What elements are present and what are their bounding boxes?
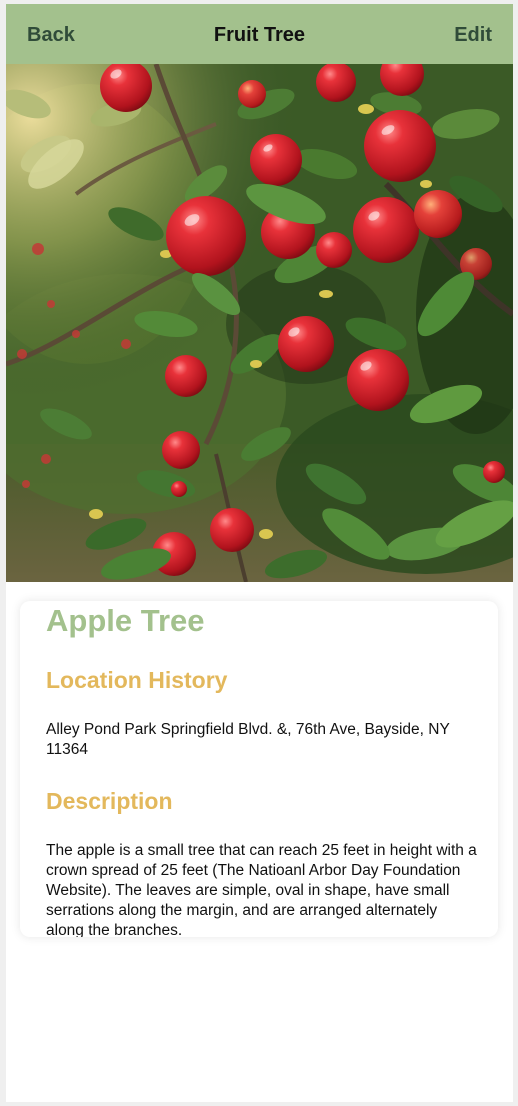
tree-name: Apple Tree <box>46 603 205 638</box>
edit-button[interactable]: Edit <box>454 4 492 64</box>
description-heading: Description <box>46 788 173 814</box>
description-text: The apple is a small tree that can reach… <box>46 842 477 937</box>
nav-title: Fruit Tree <box>213 24 306 46</box>
back-button[interactable]: Back <box>27 4 75 64</box>
tree-detail-card: Apple Tree Location History Alley Pond P… <box>20 601 498 937</box>
location-text: Alley Pond Park Springfield Blvd. &, 76t… <box>46 721 450 758</box>
phone-screen: Fruit Tree Back Edit Apple Tree Location… <box>6 4 513 1102</box>
navigation-bar: Fruit Tree Back Edit <box>6 4 513 64</box>
location-history-heading: Location History <box>46 667 228 693</box>
apple-tree-photo <box>6 64 513 582</box>
